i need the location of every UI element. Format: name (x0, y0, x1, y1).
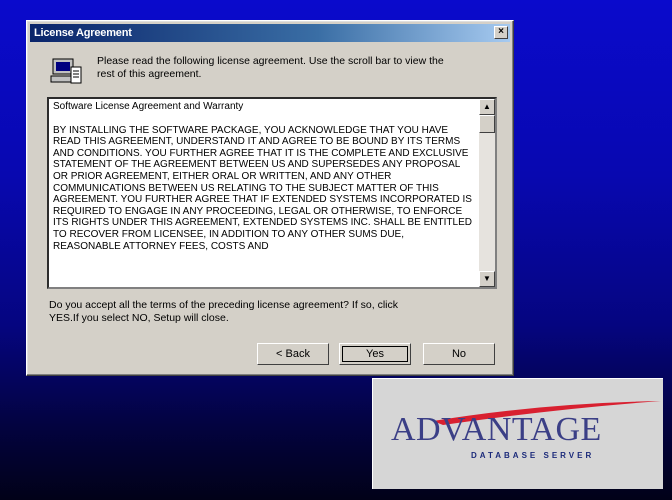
brand-tagline: DATABASE SERVER (471, 451, 595, 460)
dialog-title: License Agreement (34, 27, 132, 39)
no-button[interactable]: No (423, 343, 495, 365)
dialog-titlebar[interactable]: License Agreement × (30, 24, 510, 42)
license-body: BY INSTALLING THE SOFTWARE PACKAGE, YOU … (53, 124, 472, 252)
license-heading: Software License Agreement and Warranty (53, 101, 244, 112)
license-dialog: License Agreement × Please read the foll… (26, 20, 514, 376)
scroll-up-arrow-icon[interactable]: ▲ (479, 99, 495, 115)
back-button[interactable]: < Back (257, 343, 329, 365)
instruction-text: Please read the following license agreem… (97, 55, 444, 80)
advantage-logo-panel: ADVANTAGE DATABASE SERVER (372, 378, 663, 489)
yes-button[interactable]: Yes (339, 343, 411, 365)
accept-question: Do you accept all the terms of the prece… (49, 299, 399, 324)
close-button[interactable]: × (494, 26, 508, 39)
scroll-thumb[interactable] (479, 115, 495, 133)
brand-logo-text: ADVANTAGE (391, 411, 602, 448)
license-text-area[interactable]: Software License Agreement and Warranty … (47, 97, 497, 289)
scroll-down-arrow-icon[interactable]: ▼ (479, 271, 495, 287)
computer-setup-icon (49, 55, 85, 89)
vertical-scrollbar[interactable]: ▲ ▼ (479, 99, 495, 287)
